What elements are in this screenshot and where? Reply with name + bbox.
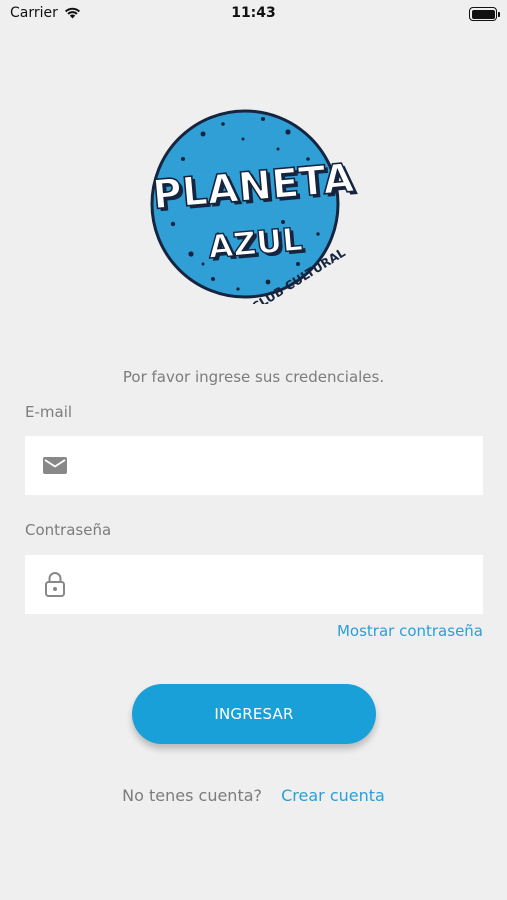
status-bar: Carrier 11:43 xyxy=(0,0,507,28)
lock-icon xyxy=(45,572,65,597)
status-time: 11:43 xyxy=(231,5,276,21)
login-button[interactable]: INGRESAR xyxy=(132,684,376,744)
email-field[interactable] xyxy=(25,436,483,495)
show-password-link[interactable]: Mostrar contraseña xyxy=(337,622,483,640)
signup-row: No tenes cuenta? Crear cuenta xyxy=(0,786,507,805)
envelope-icon xyxy=(43,457,67,474)
instructions-text: Por favor ingrese sus credenciales. xyxy=(122,368,385,386)
create-account-link[interactable]: Crear cuenta xyxy=(281,786,385,805)
password-label: Contraseña xyxy=(25,521,112,539)
planeta-azul-logo: PLANETA PLANETA AZUL AZUL CLUB CULTURAL xyxy=(150,109,359,304)
password-input[interactable] xyxy=(95,555,475,614)
email-label: E-mail xyxy=(25,403,73,421)
email-input[interactable] xyxy=(95,436,475,495)
signup-question: No tenes cuenta? xyxy=(122,786,263,805)
battery-icon xyxy=(469,7,500,21)
password-field[interactable] xyxy=(25,555,483,614)
